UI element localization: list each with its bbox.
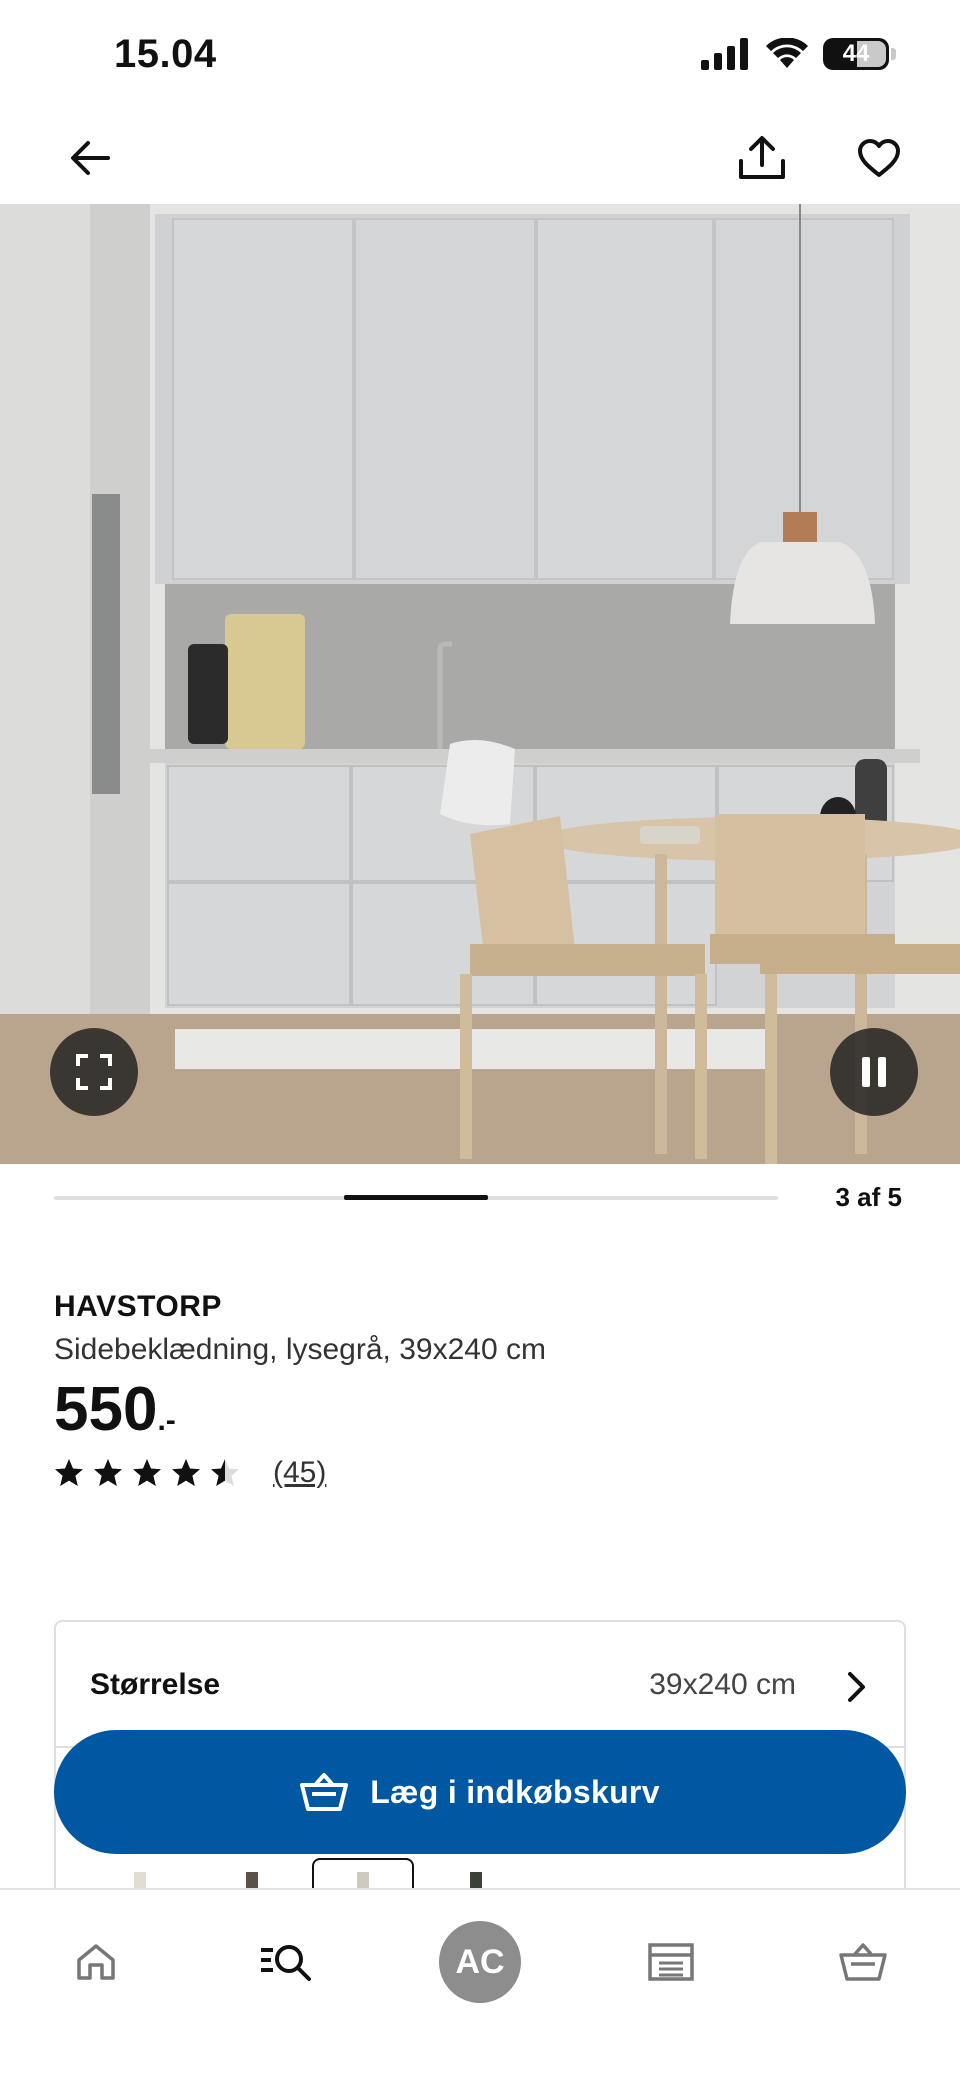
status-time: 15.04: [114, 32, 217, 76]
price-amount: 550: [54, 1375, 158, 1444]
arrow-left-icon: [71, 141, 110, 175]
color-swatch[interactable]: [470, 1872, 482, 1888]
tab-profile[interactable]: AC: [430, 1912, 530, 2012]
review-count-link[interactable]: (45): [273, 1456, 326, 1490]
star-icon: [172, 1459, 200, 1486]
color-swatch[interactable]: [134, 1872, 146, 1888]
gallery-progress: [54, 1195, 778, 1200]
product-media[interactable]: [0, 204, 960, 1164]
product-rating[interactable]: (45): [54, 1456, 326, 1490]
size-value: 39x240 cm: [649, 1668, 796, 1701]
product-name: HAVSTORP: [54, 1290, 222, 1323]
back-button[interactable]: [60, 128, 120, 188]
search-icon: [261, 1945, 311, 1981]
gallery-counter: 3 af 5: [835, 1182, 903, 1212]
add-to-cart-label: Læg i indkøbskurv: [370, 1773, 660, 1810]
avatar: AC: [439, 1921, 521, 2003]
size-label: Størrelse: [90, 1668, 221, 1701]
star-icon: [94, 1459, 122, 1486]
star-icon: [211, 1459, 239, 1486]
wifi-icon: [766, 38, 808, 68]
fullscreen-button[interactable]: [50, 1028, 138, 1116]
basket-icon: [839, 1943, 887, 1981]
share-button[interactable]: [732, 128, 792, 188]
star-icon: [133, 1459, 161, 1486]
signal-icon: [701, 38, 748, 70]
add-to-cart-button[interactable]: Læg i indkøbskurv: [54, 1730, 906, 1854]
rating-stars: [54, 1458, 249, 1488]
basket-icon: [300, 1773, 349, 1811]
status-icons: 44: [701, 38, 896, 70]
color-swatch[interactable]: [357, 1872, 369, 1888]
tab-search[interactable]: [236, 1912, 336, 2012]
tab-cart[interactable]: [813, 1912, 913, 2012]
home-icon: [77, 1944, 115, 1980]
fullscreen-icon: [76, 1054, 112, 1090]
pause-button[interactable]: [830, 1028, 918, 1116]
tab-stores[interactable]: [621, 1912, 721, 2012]
kitchen-image: [0, 204, 960, 1164]
heart-icon: [858, 139, 900, 177]
price-suffix: .-: [157, 1404, 176, 1437]
battery-level: 44: [842, 40, 870, 67]
top-nav: [0, 110, 960, 204]
gallery-progress-indicator: [343, 1195, 489, 1200]
favorite-button[interactable]: [849, 128, 909, 188]
star-icon: [55, 1459, 83, 1486]
chevron-right-icon: [848, 1672, 865, 1702]
share-icon: [739, 136, 785, 179]
tab-home[interactable]: [46, 1912, 146, 2012]
pause-icon: [862, 1057, 886, 1087]
status-bar: 15.04 44: [0, 0, 960, 110]
color-swatch[interactable]: [246, 1872, 258, 1888]
battery-tip: [891, 48, 896, 60]
product-description: Sidebeklædning, lysegrå, 39x240 cm: [54, 1333, 546, 1366]
store-icon: [648, 1943, 694, 1981]
bottom-tab-bar: AC: [0, 1888, 960, 2077]
battery-icon: 44: [823, 38, 889, 70]
product-price: 550 .-: [54, 1375, 176, 1445]
